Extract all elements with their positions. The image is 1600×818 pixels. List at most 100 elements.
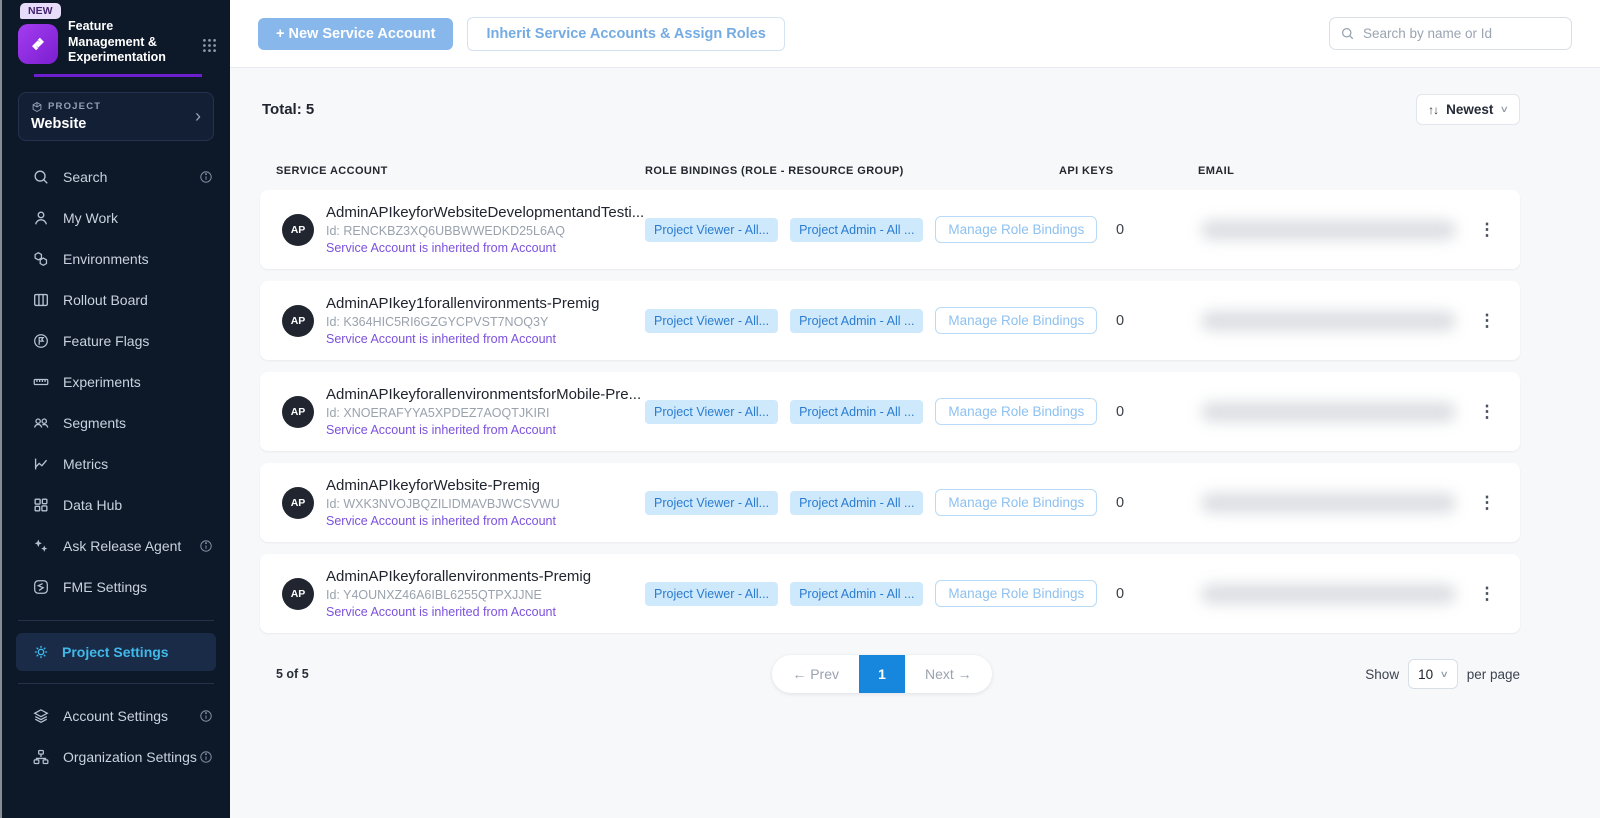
line-chart-icon: [32, 455, 50, 473]
info-icon[interactable]: [198, 169, 214, 185]
role-badge: Project Viewer - All...: [645, 309, 778, 333]
sidebar-item-label: Metrics: [63, 456, 108, 472]
sidebar-item-data-hub[interactable]: Data Hub: [2, 485, 230, 526]
new-service-account-button[interactable]: + New Service Account: [258, 18, 453, 50]
sidebar-item-search[interactable]: Search: [2, 157, 230, 198]
manage-role-bindings-button[interactable]: Manage Role Bindings: [935, 489, 1097, 516]
sidebar-item-feature-flags[interactable]: Feature Flags: [2, 321, 230, 362]
info-icon[interactable]: [198, 538, 214, 554]
sidebar-item-my-work[interactable]: My Work: [2, 198, 230, 239]
project-cube-icon: [31, 101, 43, 113]
manage-role-bindings-button[interactable]: Manage Role Bindings: [935, 398, 1097, 425]
search-icon: [32, 168, 50, 186]
sidebar-divider: [18, 683, 214, 684]
role-badge: Project Admin - All ...: [790, 309, 923, 333]
current-page-button[interactable]: 1: [859, 655, 905, 693]
search-icon: [1340, 26, 1355, 41]
sidebar-item-fme-settings[interactable]: FME Settings: [2, 567, 230, 608]
sidebar-nav: Search My Work Environments Rollout Boar…: [2, 157, 230, 608]
sidebar-item-label: FME Settings: [63, 579, 147, 595]
chevron-down-icon: ∨: [1440, 669, 1449, 680]
sidebar-item-label: Data Hub: [63, 497, 122, 513]
email-cell: [1180, 402, 1476, 422]
info-icon[interactable]: [198, 708, 214, 724]
layers-icon: [32, 707, 50, 725]
avatar: AP: [282, 305, 314, 337]
column-header-email: EMAIL: [1198, 165, 1520, 177]
avatar: AP: [282, 578, 314, 610]
result-count: 5 of 5: [260, 667, 444, 681]
api-keys-count: 0: [1085, 404, 1180, 420]
service-account-cell: AP AdminAPIkeyforWebsite-Premig Id: WXK3…: [282, 477, 645, 528]
sidebar-item-environments[interactable]: Environments: [2, 239, 230, 280]
table-row: AP AdminAPIkeyforWebsiteDevelopmentandTe…: [260, 190, 1520, 269]
sidebar-item-metrics[interactable]: Metrics: [2, 444, 230, 485]
sidebar-item-label: Project Settings: [62, 644, 169, 660]
org-chart-icon: [32, 748, 50, 766]
email-redacted: [1201, 220, 1456, 240]
role-badge: Project Admin - All ...: [790, 400, 923, 424]
role-badge: Project Viewer - All...: [645, 582, 778, 606]
topbar: + New Service Account Inherit Service Ac…: [230, 0, 1600, 68]
service-account-cell: AP AdminAPIkey1forallenvironments-Premig…: [282, 295, 645, 346]
page-size-select[interactable]: 10 ∨: [1408, 659, 1458, 689]
email-redacted: [1201, 584, 1456, 604]
table-row: AP AdminAPIkeyforallenvironmentsforMobil…: [260, 372, 1520, 451]
email-redacted: [1201, 311, 1456, 331]
row-menu-kebab-icon[interactable]: ⋮: [1476, 585, 1498, 602]
row-menu-kebab-icon[interactable]: ⋮: [1476, 494, 1498, 511]
inherit-service-accounts-button[interactable]: Inherit Service Accounts & Assign Roles: [467, 17, 784, 51]
row-menu-kebab-icon[interactable]: ⋮: [1476, 221, 1498, 238]
sidebar-item-ask-release-agent[interactable]: Ask Release Agent: [2, 526, 230, 567]
project-selector[interactable]: PROJECT Website ›: [18, 92, 214, 141]
per-page-control: Show 10 ∨ per page: [1320, 659, 1520, 689]
main-area: + New Service Account Inherit Service Ac…: [230, 0, 1600, 818]
user-icon: [32, 209, 50, 227]
account-id: Id: RENCKBZ3XQ6UBBWWEDKD25L6AQ: [326, 224, 644, 238]
sidebar-item-organization-settings[interactable]: Organization Settings: [2, 737, 230, 778]
email-cell: [1180, 584, 1476, 604]
role-bindings-cell: Project Viewer - All... Project Admin - …: [645, 216, 1085, 243]
account-id: Id: XNOERAFYYA5XPDEZ7AOQTJKIRI: [326, 406, 641, 420]
sidebar-item-project-settings[interactable]: Project Settings: [16, 633, 216, 671]
manage-role-bindings-button[interactable]: Manage Role Bindings: [935, 307, 1097, 334]
app-switcher-grid-icon[interactable]: [201, 37, 218, 54]
row-menu-kebab-icon[interactable]: ⋮: [1476, 312, 1498, 329]
manage-role-bindings-button[interactable]: Manage Role Bindings: [935, 580, 1097, 607]
search-input[interactable]: [1363, 26, 1561, 41]
table-row: AP AdminAPIkeyforallenvironments-Premig …: [260, 554, 1520, 633]
account-info: AdminAPIkey1forallenvironments-Premig Id…: [326, 295, 599, 346]
app-logo: [18, 24, 58, 64]
sparkles-icon: [32, 537, 50, 555]
account-info: AdminAPIkeyforallenvironments-Premig Id:…: [326, 568, 591, 619]
api-keys-count: 0: [1085, 495, 1180, 511]
sidebar-item-segments[interactable]: Segments: [2, 403, 230, 444]
sort-selected-value: Newest: [1446, 102, 1493, 117]
sidebar-item-experiments[interactable]: Experiments: [2, 362, 230, 403]
sidebar-item-rollout-board[interactable]: Rollout Board: [2, 280, 230, 321]
service-account-cell: AP AdminAPIkeyforWebsiteDevelopmentandTe…: [282, 204, 645, 255]
account-name: AdminAPIkeyforallenvironments-Premig: [326, 568, 591, 585]
sidebar-item-label: Account Settings: [63, 708, 168, 724]
api-keys-count: 0: [1085, 586, 1180, 602]
info-icon[interactable]: [198, 749, 214, 765]
sidebar-item-label: Environments: [63, 251, 149, 267]
chevron-down-icon: ∨: [1500, 104, 1509, 115]
per-page-label: per page: [1467, 667, 1520, 682]
next-page-button[interactable]: Next →: [905, 666, 992, 682]
sidebar-item-label: Search: [63, 169, 107, 185]
inherited-note: Service Account is inherited from Accoun…: [326, 514, 560, 528]
manage-role-bindings-button[interactable]: Manage Role Bindings: [935, 216, 1097, 243]
email-cell: [1180, 311, 1476, 331]
sort-arrows-icon: ↑↓: [1428, 103, 1438, 117]
email-redacted: [1201, 493, 1456, 513]
inherited-note: Service Account is inherited from Accoun…: [326, 241, 644, 255]
sort-dropdown[interactable]: ↑↓ Newest ∨: [1416, 94, 1520, 125]
new-badge: NEW: [20, 3, 61, 19]
row-menu-kebab-icon[interactable]: ⋮: [1476, 403, 1498, 420]
sidebar-item-account-settings[interactable]: Account Settings: [2, 696, 230, 737]
sidebar-item-label: Ask Release Agent: [63, 538, 181, 554]
prev-page-button[interactable]: ← Prev: [772, 666, 859, 682]
flag-circle-icon: [32, 332, 50, 350]
search-box[interactable]: [1329, 17, 1572, 50]
